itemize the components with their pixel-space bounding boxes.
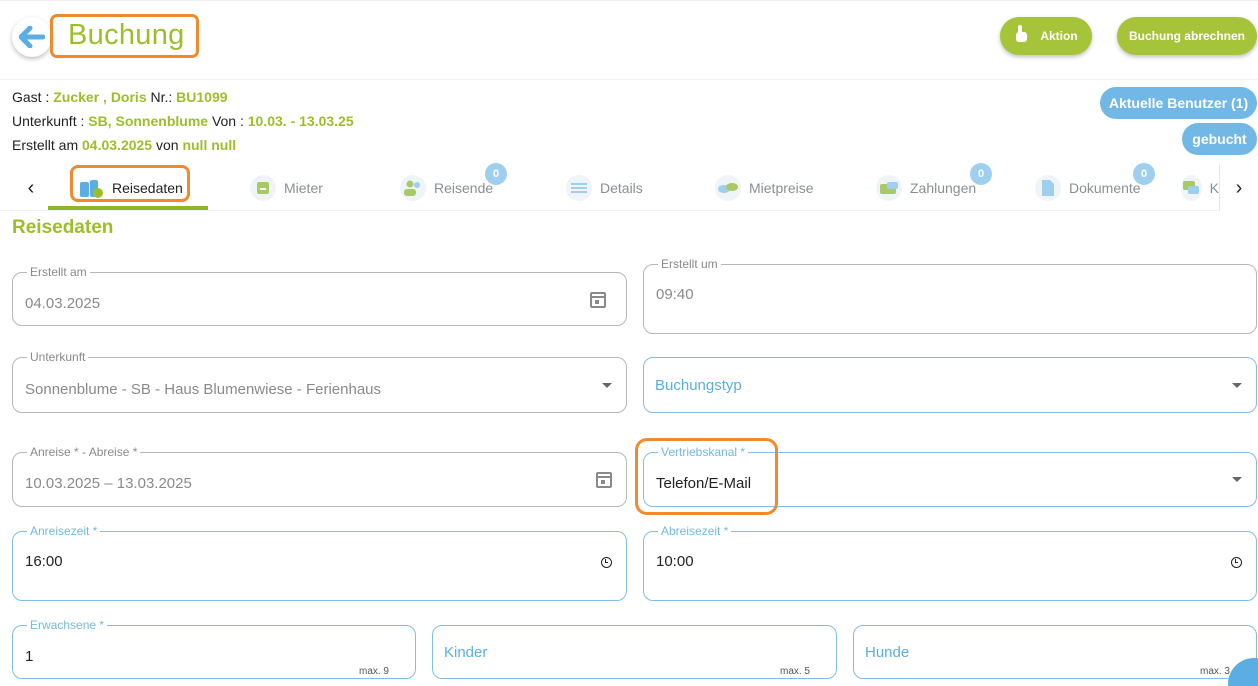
kinder-field[interactable]: Kinder max. 5 — [432, 625, 837, 679]
contact-icon — [250, 175, 276, 201]
unterkunft-select[interactable]: Unterkunft Sonnenblume - SB - Haus Blume… — [12, 350, 627, 413]
tab-scroll-left[interactable]: ‹ — [16, 173, 46, 203]
highlight-title — [50, 14, 199, 58]
reisezeitraum-field[interactable]: Anreise * - Abreise * 10.03.2025 – 13.03… — [12, 445, 627, 507]
erstellt-um-field[interactable]: Erstellt um 09:40 — [643, 257, 1257, 334]
document-icon — [1035, 175, 1061, 201]
tab-scroll-right[interactable]: › — [1224, 173, 1254, 203]
tab-mietpreise[interactable]: Mietpreise — [715, 165, 814, 211]
tab-details[interactable]: Details — [566, 165, 643, 211]
section-title: Reisedaten — [12, 217, 114, 238]
stay-period: 10.03. - 13.03.25 — [247, 113, 354, 129]
guest-info-line: Gast : Zucker , Doris Nr.: BU1099 — [12, 89, 228, 105]
highlight-tab — [70, 165, 190, 202]
tab-reisende[interactable]: Reisende — [400, 165, 493, 211]
back-button[interactable] — [12, 17, 52, 57]
chevron-down-icon — [1232, 383, 1242, 388]
chat-icon — [1181, 175, 1202, 201]
created-by: null null — [182, 137, 237, 153]
buchung-abrechnen-button[interactable]: Buchung abrechnen — [1117, 17, 1257, 55]
chevron-down-icon — [602, 383, 612, 388]
anreisezeit-field[interactable]: Anreisezeit * 16:00 — [12, 524, 627, 601]
booking-number: BU1099 — [176, 89, 228, 105]
erwachsene-max-hint: max. 9 — [358, 666, 389, 677]
dokumente-count-badge: 0 — [1133, 163, 1155, 185]
kinder-max-hint: max. 5 — [779, 666, 810, 677]
list-icon — [566, 175, 592, 201]
highlight-vertriebskanal — [635, 438, 778, 515]
accommodation-value: SB, Sonnenblume — [88, 113, 209, 129]
reisende-count-badge: 0 — [485, 163, 507, 185]
aktion-button[interactable]: Aktion — [1000, 17, 1092, 55]
tab-dokumente[interactable]: Dokumente — [1035, 165, 1141, 211]
zahlungen-count-badge: 0 — [970, 163, 992, 185]
coins-icon — [715, 175, 741, 201]
hand-pointer-icon — [1014, 24, 1028, 49]
payment-icon — [876, 175, 902, 201]
created-info-line: Erstellt am 04.03.2025 von null null — [12, 137, 237, 153]
current-users-button[interactable]: Aktuelle Benutzer (1) — [1100, 87, 1257, 119]
chevron-down-icon — [1232, 477, 1242, 482]
guest-name: Zucker , Doris — [53, 89, 147, 105]
tab-zahlungen[interactable]: Zahlungen — [876, 165, 976, 211]
arrow-left-icon — [19, 26, 45, 48]
tab-mieter[interactable]: Mieter — [250, 165, 323, 211]
people-icon — [400, 175, 426, 201]
clock-icon[interactable] — [601, 557, 612, 568]
status-badge[interactable]: gebucht — [1182, 123, 1257, 155]
calendar-icon[interactable] — [596, 472, 612, 488]
clock-icon[interactable] — [1231, 557, 1242, 568]
buchungstyp-select[interactable]: Buchungstyp — [643, 357, 1257, 413]
erstellt-am-field[interactable]: Erstellt am 04.03.2025 — [12, 265, 627, 326]
tab-kommunikation[interactable]: K — [1181, 165, 1219, 211]
hunde-field[interactable]: Hunde max. 3 — [853, 625, 1257, 679]
abreisezeit-field[interactable]: Abreisezeit * 10:00 — [643, 524, 1257, 601]
aktion-label: Aktion — [1040, 29, 1078, 43]
active-tab-indicator — [48, 206, 208, 210]
accommodation-info-line: Unterkunft : SB, Sonnenblume Von : 10.03… — [12, 113, 354, 129]
calendar-icon[interactable] — [590, 292, 606, 308]
hunde-max-hint: max. 3 — [1199, 666, 1230, 677]
created-date: 04.03.2025 — [82, 137, 153, 153]
top-bar: Buchung Aktion Buchung abrechnen — [0, 0, 1258, 80]
erwachsene-field[interactable]: Erwachsene * 1 max. 9 — [12, 618, 416, 679]
